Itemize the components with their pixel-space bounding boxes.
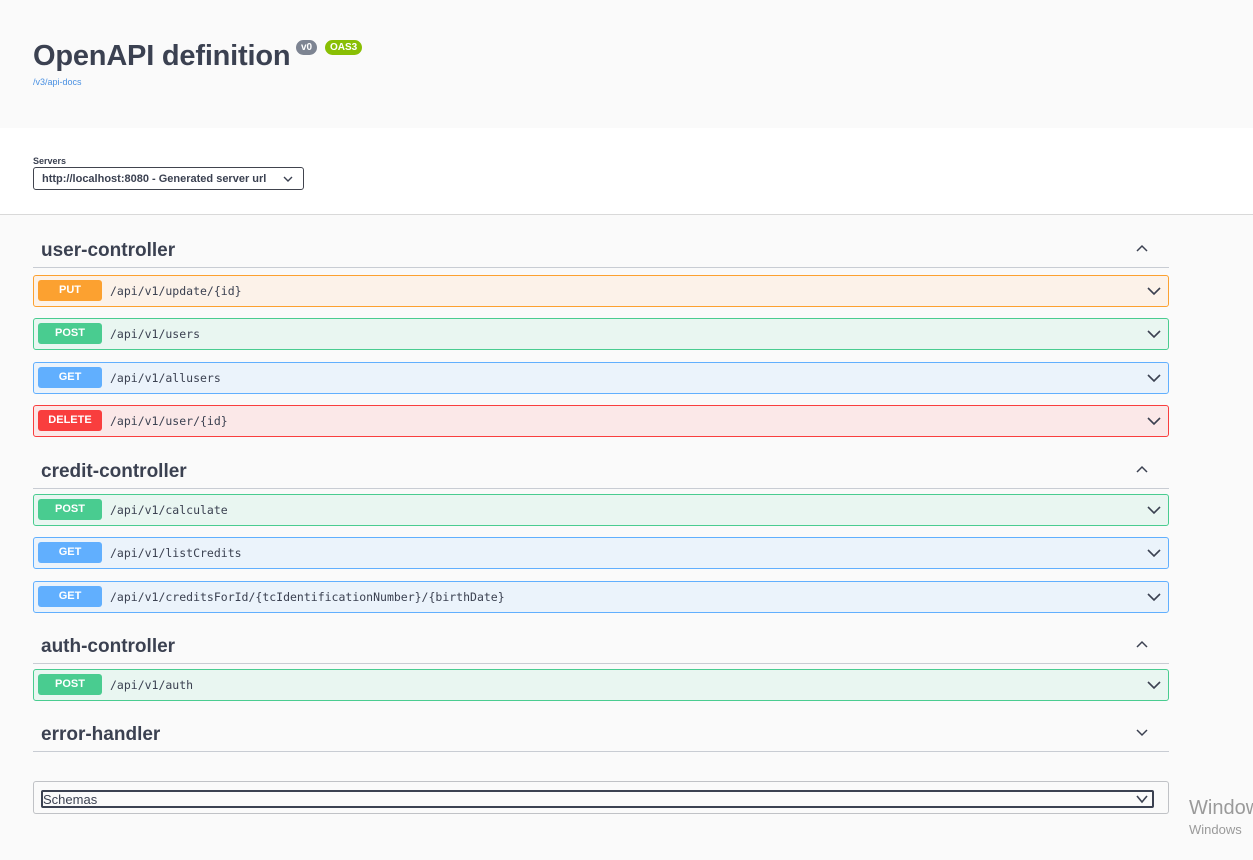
- watermark-line-1: Window: [1189, 797, 1253, 819]
- method-badge: GET: [38, 367, 102, 388]
- operation-post-calculate[interactable]: POST /api/v1/calculate: [33, 494, 1169, 526]
- method-badge: GET: [38, 542, 102, 563]
- chevron-down-icon[interactable]: [1147, 285, 1161, 297]
- tag-name: error-handler: [41, 724, 161, 745]
- method-badge: PUT: [38, 280, 102, 301]
- operation-get-creditsforid[interactable]: GET /api/v1/creditsForId/{tcIdentificati…: [33, 581, 1169, 613]
- operation-path: /api/v1/update/{id}: [110, 284, 242, 298]
- tag-section-credit-controller: credit-controller: [33, 451, 1169, 489]
- tag-section-user-controller: user-controller: [33, 230, 1169, 268]
- chevron-up-icon[interactable]: [1135, 639, 1149, 649]
- info-header: OpenAPI definition v0 OAS3 /v3/api-docs: [0, 0, 1253, 128]
- chevron-down-icon[interactable]: [1147, 547, 1161, 559]
- operation-path: /api/v1/listCredits: [110, 546, 242, 560]
- oas-badge: OAS3: [325, 40, 363, 55]
- api-docs-link[interactable]: /v3/api-docs: [33, 77, 82, 87]
- chevron-down-icon: [1136, 795, 1148, 804]
- operation-path: /api/v1/user/{id}: [110, 414, 228, 428]
- operation-path: /api/v1/creditsForId/{tcIdentificationNu…: [110, 590, 505, 604]
- servers-label: Servers: [33, 156, 67, 166]
- tag-header-credit-controller[interactable]: credit-controller: [33, 451, 1169, 489]
- operation-path: /api/v1/calculate: [110, 503, 228, 517]
- operation-get-allusers[interactable]: GET /api/v1/allusers: [33, 362, 1169, 394]
- operation-path: /api/v1/users: [110, 327, 201, 341]
- tag-header-user-controller[interactable]: user-controller: [33, 230, 1169, 268]
- chevron-down-icon[interactable]: [1147, 415, 1161, 427]
- servers-bar: Servers http://localhost:8080 - Generate…: [0, 128, 1253, 215]
- method-badge: POST: [38, 499, 102, 520]
- operation-path: /api/v1/allusers: [110, 371, 221, 385]
- server-select[interactable]: http://localhost:8080 - Generated server…: [33, 167, 304, 190]
- watermark-line-2: Windows: [1189, 822, 1242, 837]
- tag-name: credit-controller: [41, 461, 187, 482]
- chevron-down-icon[interactable]: [1147, 504, 1161, 516]
- tag-header-error-handler[interactable]: error-handler: [33, 714, 1169, 752]
- operation-post-auth[interactable]: POST /api/v1/auth: [33, 669, 1169, 701]
- method-badge: DELETE: [38, 410, 102, 431]
- chevron-down-icon: [283, 176, 293, 182]
- tag-section-error-handler: error-handler: [33, 714, 1169, 752]
- tag-name: auth-controller: [41, 636, 176, 657]
- schemas-section: Schemas: [33, 781, 1169, 814]
- windows-watermark: Window Windows: [1189, 797, 1253, 837]
- tag-name: user-controller: [41, 240, 176, 261]
- tag-header-auth-controller[interactable]: auth-controller: [33, 626, 1169, 664]
- schemas-toggle-button[interactable]: Schemas: [41, 790, 1154, 808]
- chevron-down-icon[interactable]: [1147, 372, 1161, 384]
- page-title: OpenAPI definition: [33, 40, 291, 72]
- chevron-down-icon[interactable]: [1147, 328, 1161, 340]
- chevron-down-icon[interactable]: [1135, 727, 1149, 737]
- schemas-label: Schemas: [43, 792, 98, 807]
- operation-path: /api/v1/auth: [110, 678, 194, 692]
- method-badge: GET: [38, 586, 102, 607]
- operation-delete-user[interactable]: DELETE /api/v1/user/{id}: [33, 405, 1169, 437]
- chevron-up-icon[interactable]: [1135, 243, 1149, 253]
- operation-get-listcredits[interactable]: GET /api/v1/listCredits: [33, 537, 1169, 569]
- server-select-value: http://localhost:8080 - Generated server…: [42, 173, 267, 185]
- operation-post-users[interactable]: POST /api/v1/users: [33, 318, 1169, 350]
- operation-put-update[interactable]: PUT /api/v1/update/{id}: [33, 275, 1169, 307]
- method-badge: POST: [38, 323, 102, 344]
- method-badge: POST: [38, 674, 102, 695]
- chevron-down-icon[interactable]: [1147, 591, 1161, 603]
- tag-section-auth-controller: auth-controller: [33, 626, 1169, 664]
- chevron-up-icon[interactable]: [1135, 464, 1149, 474]
- version-badge: v0: [296, 40, 318, 55]
- chevron-down-icon[interactable]: [1147, 679, 1161, 691]
